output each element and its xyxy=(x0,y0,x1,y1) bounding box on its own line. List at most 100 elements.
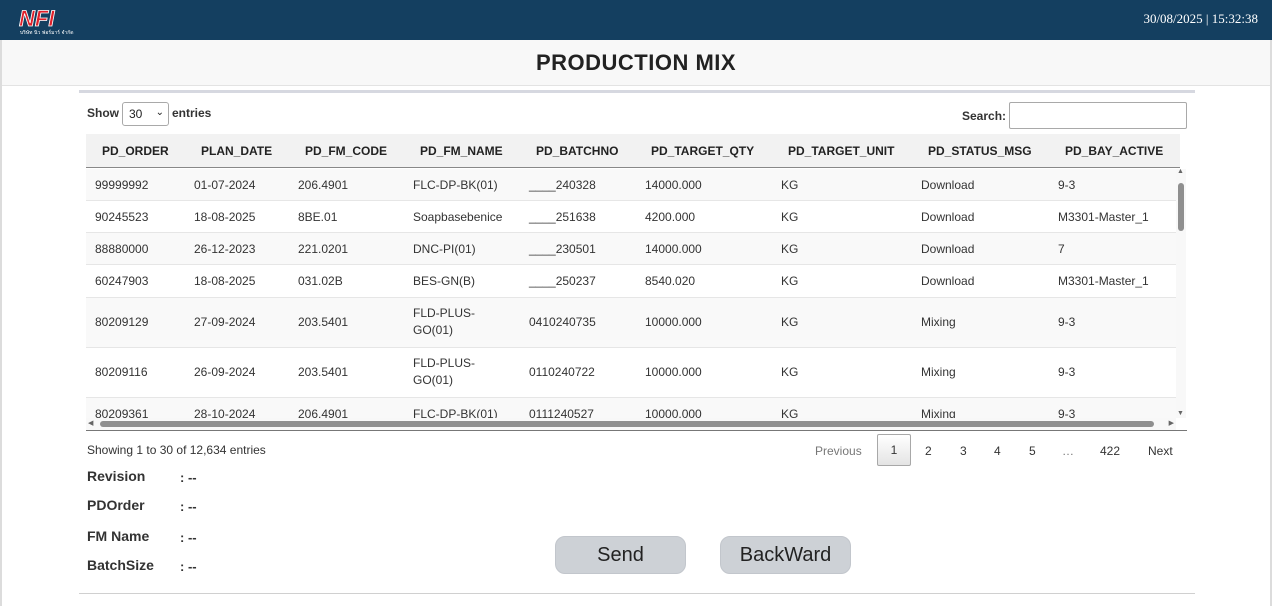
vertical-scroll-thumb[interactable] xyxy=(1178,183,1184,231)
cell-pd-status-msg: Download xyxy=(921,274,975,288)
column-header-pd-fm-name[interactable]: PD_FM_NAME xyxy=(420,144,503,158)
table-row[interactable]: 90245523 18-08-2025 8BE.01 Soapbasebenic… xyxy=(86,201,1176,233)
cell-pd-target-unit: KG xyxy=(781,407,799,418)
table-body: 99999992 01-07-2024 206.4901 FLC-DP-BK(0… xyxy=(86,169,1176,418)
pagination-page-last[interactable]: 422 xyxy=(1100,444,1120,458)
cell-pd-fm-code: 8BE.01 xyxy=(298,210,338,224)
cell-pd-fm-code: 031.02B xyxy=(298,274,343,288)
batchsize-label: BatchSize xyxy=(87,557,154,573)
cell-pd-bay-active: 9-3 xyxy=(1058,178,1076,192)
cell-pd-fm-name: FLC-DP-BK(01) xyxy=(413,178,498,192)
table-row[interactable]: 80209361 28-10-2024 206.4901 FLC-DP-BK(0… xyxy=(86,398,1176,418)
pagination-previous[interactable]: Previous xyxy=(815,444,862,458)
column-header-pd-fm-code[interactable]: PD_FM_CODE xyxy=(305,144,387,158)
table-row[interactable]: 88880000 26-12-2023 221.0201 DNC-PI(01) … xyxy=(86,233,1176,265)
pagination-page-5[interactable]: 5 xyxy=(1029,444,1036,458)
batchsize-value: : -- xyxy=(180,559,197,574)
pagination-page-2[interactable]: 2 xyxy=(925,444,932,458)
scroll-up-icon[interactable]: ▲ xyxy=(1177,168,1184,175)
send-button[interactable]: Send xyxy=(555,536,686,574)
scroll-left-icon[interactable]: ◀ xyxy=(88,419,93,427)
cell-pd-bay-active: 9-3 xyxy=(1058,365,1076,379)
table-header: PD_ORDER PLAN_DATE PD_FM_CODE PD_FM_NAME… xyxy=(86,134,1180,168)
cell-pd-batchno: 0110240722 xyxy=(529,365,595,379)
column-header-pd-target-unit[interactable]: PD_TARGET_UNIT xyxy=(788,144,894,158)
pdorder-value: : -- xyxy=(180,499,197,514)
cell-pd-target-unit: KG xyxy=(781,274,799,288)
cell-pd-target-qty: 10000.000 xyxy=(645,365,702,379)
cell-pd-target-unit: KG xyxy=(781,365,799,379)
vertical-scrollbar[interactable]: ▲ ▼ xyxy=(1176,168,1186,418)
backward-button[interactable]: BackWard xyxy=(720,536,851,574)
cell-pd-target-qty: 14000.000 xyxy=(645,178,702,192)
cell-pd-target-qty: 8540.020 xyxy=(645,274,696,288)
page-title: PRODUCTION MIX xyxy=(535,50,737,75)
cell-pd-target-qty: 10000.000 xyxy=(645,315,702,329)
cell-pd-fm-code: 206.4901 xyxy=(298,407,349,418)
column-header-pd-batchno[interactable]: PD_BATCHNO xyxy=(536,144,618,158)
column-header-pd-target-qty[interactable]: PD_TARGET_QTY xyxy=(651,144,754,158)
fm-name-label: FM Name xyxy=(87,528,150,544)
cell-pd-batchno: ____251638 xyxy=(529,210,596,224)
pagination-page-4[interactable]: 4 xyxy=(994,444,1001,458)
cell-pd-fm-code: 203.5401 xyxy=(298,365,349,379)
cell-pd-fm-code: 221.0201 xyxy=(298,242,349,256)
left-border xyxy=(0,40,2,606)
cell-pd-target-unit: KG xyxy=(781,315,799,329)
pagination-ellipsis: … xyxy=(1062,444,1074,458)
table-row[interactable]: 80209129 27-09-2024 203.5401 FLD-PLUS-GO… xyxy=(86,298,1176,348)
cell-pd-batchno: ____230501 xyxy=(529,242,596,256)
cell-plan-date: 27-09-2024 xyxy=(194,315,256,329)
cell-pd-bay-active: 9-3 xyxy=(1058,407,1076,418)
cell-pd-status-msg: Download xyxy=(921,178,975,192)
scroll-right-icon[interactable]: ▶ xyxy=(1169,419,1174,427)
chevron-down-icon: ⌄ xyxy=(155,107,164,118)
cell-pd-batchno: ____240328 xyxy=(529,178,596,192)
cell-plan-date: 26-12-2023 xyxy=(194,242,256,256)
cell-pd-batchno: 0410240735 xyxy=(529,315,596,329)
search-label: Search: xyxy=(962,109,1007,123)
cell-pd-fm-name: FLC-DP-BK(01) xyxy=(413,407,498,418)
column-header-pd-order[interactable]: PD_ORDER xyxy=(102,144,169,158)
table-bottom-border xyxy=(86,430,1187,431)
table-row[interactable]: 80209116 26-09-2024 203.5401 FLD-PLUS-GO… xyxy=(86,348,1176,398)
entries-label: entries xyxy=(172,106,212,120)
cell-pd-status-msg: Mixing xyxy=(921,407,956,418)
cell-pd-status-msg: Mixing xyxy=(921,315,956,329)
search-input[interactable] xyxy=(1009,102,1187,129)
cell-pd-target-unit: KG xyxy=(781,210,799,224)
pagination-page-3[interactable]: 3 xyxy=(960,444,967,458)
cell-pd-fm-name: DNC-PI(01) xyxy=(413,242,476,256)
column-header-pd-status-msg[interactable]: PD_STATUS_MSG xyxy=(928,144,1032,158)
panel-divider-bottom xyxy=(79,593,1195,594)
cell-pd-batchno: 0111240527 xyxy=(529,407,594,418)
cell-plan-date: 28-10-2024 xyxy=(194,407,256,418)
fm-name-value: : -- xyxy=(180,530,197,545)
datetime-display: 30/08/2025 | 15:32:38 xyxy=(1143,11,1258,26)
title-bar: PRODUCTION MIX xyxy=(0,40,1272,86)
cell-pd-bay-active: M3301-Master_1 xyxy=(1058,210,1149,224)
pagination-next[interactable]: Next xyxy=(1148,444,1173,458)
cell-pd-order: 88880000 xyxy=(95,242,149,256)
column-header-pd-bay-active[interactable]: PD_BAY_ACTIVE xyxy=(1065,144,1163,158)
table-row[interactable]: 60247903 18-08-2025 031.02B BES-GN(B) __… xyxy=(86,265,1176,298)
cell-pd-target-unit: KG xyxy=(781,242,799,256)
panel-divider-top xyxy=(79,90,1195,93)
svg-text:บริษัท นิว ฟอร์มาร์ จำกัด: บริษัท นิว ฟอร์มาร์ จำกัด xyxy=(20,29,73,36)
table-row[interactable]: 99999992 01-07-2024 206.4901 FLC-DP-BK(0… xyxy=(86,169,1176,201)
cell-pd-order: 80209129 xyxy=(95,315,149,329)
horizontal-scroll-thumb[interactable] xyxy=(100,421,1154,427)
cell-plan-date: 18-08-2025 xyxy=(194,274,256,288)
entries-per-page-select[interactable]: 30 ⌄ xyxy=(122,102,169,126)
top-bar: NFI บริษัท นิว ฟอร์มาร์ จำกัด 30/08/2025… xyxy=(0,0,1272,40)
revision-label: Revision xyxy=(87,468,146,484)
horizontal-scrollbar[interactable]: ◀ ▶ xyxy=(86,418,1176,430)
pagination-page-current[interactable]: 1 xyxy=(877,434,911,466)
cell-pd-status-msg: Download xyxy=(921,242,975,256)
scroll-down-icon[interactable]: ▼ xyxy=(1177,410,1184,417)
cell-pd-bay-active: 9-3 xyxy=(1058,315,1076,329)
column-header-plan-date[interactable]: PLAN_DATE xyxy=(201,144,272,158)
cell-pd-bay-active: M3301-Master_1 xyxy=(1058,274,1149,288)
cell-pd-target-qty: 4200.000 xyxy=(645,210,696,224)
cell-pd-bay-active: 7 xyxy=(1058,242,1065,256)
